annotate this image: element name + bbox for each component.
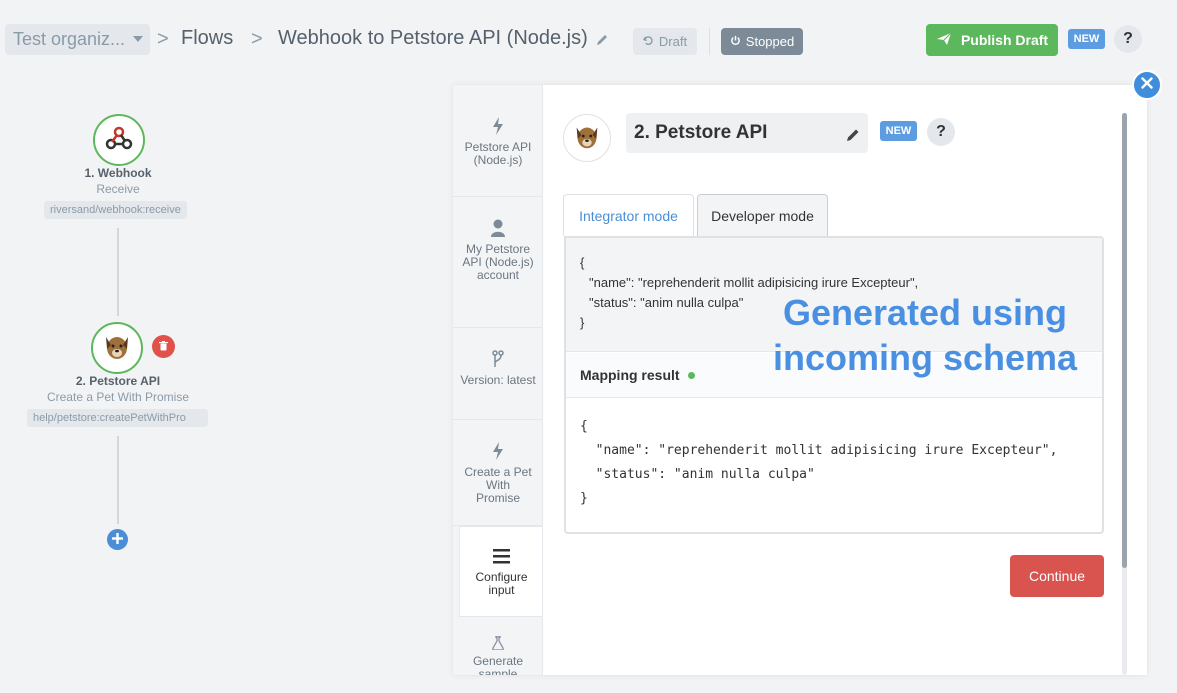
petstore-node[interactable] (91, 322, 143, 374)
continue-button[interactable]: Continue (1010, 555, 1104, 597)
scrollbar-thumb[interactable] (1122, 113, 1127, 568)
branch-icon (492, 348, 504, 370)
header-divider (709, 28, 710, 55)
publish-draft-label: Publish Draft (960, 32, 1049, 48)
webhook-node[interactable] (93, 114, 145, 166)
petstore-node-subtitle: Create a Pet With Promise (46, 390, 190, 404)
nav-item-label: Version: latest (460, 373, 536, 387)
undo-icon (642, 34, 654, 49)
stopped-toggle[interactable]: Stopped (721, 28, 803, 55)
breadcrumb-separator-2: > (251, 28, 263, 50)
user-icon (491, 217, 505, 239)
nav-item-credentials[interactable]: My Petstore API (Node.js) account (453, 197, 542, 328)
step-name-value: 2. Petstore API (634, 122, 768, 143)
add-step-button[interactable] (107, 529, 128, 550)
code-line: { (580, 255, 585, 270)
nav-item-label: Create a Pet With Promise (464, 465, 532, 505)
webhook-node-subtitle: Receive (96, 182, 140, 196)
delete-step-button[interactable] (152, 335, 175, 358)
paper-plane-icon (936, 32, 952, 49)
new-badge: NEW (1068, 29, 1105, 49)
power-icon (730, 34, 741, 49)
tab-integrator-mode[interactable]: Integrator mode (563, 194, 694, 236)
dog-avatar-icon (571, 120, 603, 157)
nav-item-version[interactable]: Version: latest (453, 328, 542, 420)
breadcrumb-flows[interactable]: Flows (181, 27, 233, 50)
annotation-overlay: Generated using incoming schema (755, 290, 1095, 380)
tab-developer-mode[interactable]: Developer mode (697, 194, 828, 236)
draft-label: Draft (658, 34, 688, 49)
trash-icon (159, 338, 168, 356)
step-name-field[interactable]: 2. Petstore API (626, 113, 868, 153)
nav-item-configure-input[interactable]: Configure input (459, 526, 542, 617)
flow-connector-2 (117, 436, 119, 524)
webhook-node-tag: riversand/webhook:receive (44, 201, 187, 219)
pencil-icon[interactable] (595, 33, 611, 49)
flow-name: Webhook to Petstore API (Node.js) (278, 27, 588, 49)
step-help-button[interactable]: ? (927, 118, 955, 146)
petstore-node-title: 2. Petstore API (75, 374, 161, 388)
bolt-icon (492, 115, 504, 137)
draft-chip[interactable]: Draft (633, 28, 697, 55)
publish-draft-button[interactable]: Publish Draft (926, 24, 1058, 56)
status-dot-icon (687, 371, 695, 379)
step-side-nav: Petstore API (Node.js) My Petstore API (… (453, 85, 543, 675)
menu-icon (493, 545, 510, 567)
organization-select[interactable]: Test organiz... (5, 24, 150, 55)
nav-item-label: Configure input (475, 570, 528, 597)
annotation-line: Generated using (782, 292, 1068, 333)
webhook-node-title: 1. Webhook (84, 166, 152, 180)
step-new-badge: NEW (880, 121, 917, 141)
step-avatar (563, 114, 611, 162)
bolt-icon (492, 440, 504, 462)
annotation-line: incoming schema (772, 337, 1078, 378)
dog-avatar-icon (100, 329, 134, 368)
flow-connector-1 (117, 228, 119, 316)
close-panel-button[interactable] (1132, 70, 1162, 100)
breadcrumb-separator-1: > (157, 28, 169, 50)
nav-item-label: Petstore API (Node.js) (464, 140, 532, 167)
input-mapping-editor: { "name": "reprehenderit mollit adipisic… (564, 236, 1104, 534)
mapping-result-code: { "name": "reprehenderit mollit adipisic… (580, 419, 1058, 506)
organization-select-value: Test organiz... (13, 29, 126, 49)
mapping-result-title: Mapping result (580, 367, 680, 383)
flask-icon (492, 635, 504, 651)
nav-item-component[interactable]: Petstore API (Node.js) (453, 109, 542, 197)
petstore-node-tag: help/petstore:createPetWithPro (27, 409, 208, 427)
pencil-icon[interactable] (846, 126, 860, 148)
stopped-label: Stopped (745, 34, 795, 49)
webhook-icon (105, 125, 133, 156)
plus-icon (112, 531, 123, 549)
panel-scrollbar[interactable] (1122, 113, 1127, 675)
chevron-down-icon (133, 36, 143, 42)
nav-item-label: Generate sample (472, 654, 524, 676)
nav-item-action[interactable]: Create a Pet With Promise (453, 420, 542, 526)
nav-item-generate-sample[interactable]: Generate sample (453, 617, 542, 676)
nav-item-label: My Petstore API (Node.js) account (462, 242, 534, 282)
close-icon (1141, 76, 1153, 94)
help-button[interactable]: ? (1114, 25, 1142, 53)
